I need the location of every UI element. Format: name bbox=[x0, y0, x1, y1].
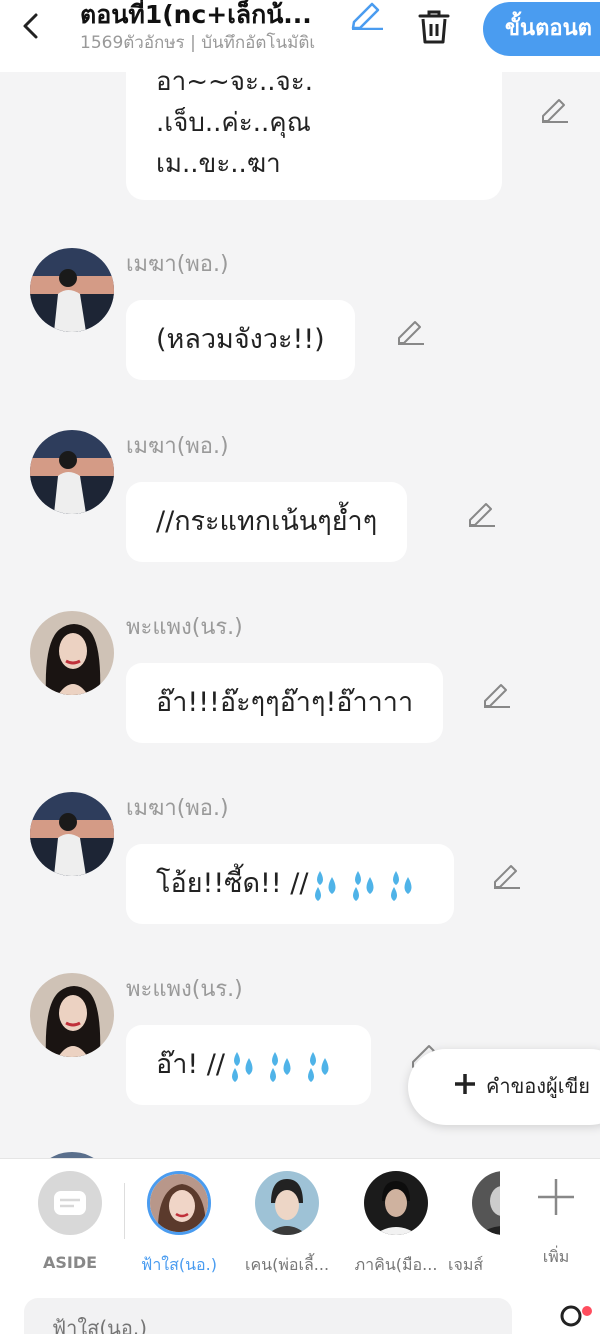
edit-message-icon[interactable] bbox=[492, 860, 522, 890]
character-name: ASIDE bbox=[42, 1253, 98, 1272]
message-text: อ๊า! // bbox=[156, 1049, 225, 1080]
character-option[interactable]: เคน(พ่อเลี้... bbox=[245, 1171, 329, 1278]
message-input[interactable] bbox=[24, 1298, 512, 1334]
character-icon[interactable] bbox=[556, 1302, 586, 1334]
edit-title-icon[interactable] bbox=[350, 0, 384, 30]
next-step-button[interactable]: ขั้นตอนต bbox=[483, 2, 600, 56]
character-name: ฟ้าใส(นอ.) bbox=[140, 1255, 217, 1274]
message-line: เม..ขะ..ฆา bbox=[156, 149, 281, 179]
edit-message-icon[interactable] bbox=[482, 679, 512, 709]
speaker-name: เมฆา(พอ.) bbox=[126, 434, 229, 459]
message-bubble[interactable]: อ๊า!!!อ๊ะๆๆอ๊าๆ!อ๊าาาา bbox=[126, 663, 444, 743]
message-bubble[interactable]: อา~~จะ..จะ. .เจ็บ..ค่ะ..คุณ เม..ขะ..ฆา bbox=[126, 72, 502, 200]
chat-area[interactable]: อา~~จะ..จะ. .เจ็บ..ค่ะ..คุณ เม..ขะ..ฆา เ… bbox=[0, 72, 600, 1158]
avatar[interactable] bbox=[30, 248, 114, 332]
divider bbox=[124, 1183, 125, 1239]
character-name: เคน(พ่อเลี้... bbox=[245, 1255, 329, 1274]
avatar[interactable] bbox=[30, 611, 114, 695]
character-selected[interactable]: ฟ้าใส(นอ.) bbox=[137, 1171, 221, 1278]
episode-title-block: ตอนที่1(nc+เล็กน้... 1569ตัวอักษร | บันท… bbox=[80, 0, 350, 56]
top-bar: ตอนที่1(nc+เล็กน้... 1569ตัวอักษร | บันท… bbox=[0, 0, 600, 72]
notification-dot bbox=[582, 1306, 592, 1316]
avatar[interactable] bbox=[30, 792, 114, 876]
plus-icon bbox=[455, 1074, 475, 1094]
chat-message: เมฆา(พอ.) (หลวมจังวะ!!) bbox=[0, 248, 600, 398]
edit-message-icon[interactable] bbox=[540, 94, 570, 124]
message-bubble[interactable]: //กระแทกเน้นๆย้ำๆ bbox=[126, 482, 408, 562]
aside-icon bbox=[38, 1171, 102, 1235]
character-selector: ASIDE ฟ้าใส(นอ.) เคน(พ่อเลี้... ภาคิน(มื… bbox=[0, 1158, 600, 1286]
character-option[interactable]: ภาคิน(มือ... bbox=[354, 1171, 438, 1278]
avatar[interactable] bbox=[30, 430, 114, 514]
add-character-button[interactable]: เพิ่ม bbox=[514, 1171, 598, 1270]
sweat-droplets-icon bbox=[231, 1051, 329, 1082]
speaker-name: เมฆา(พอ.) bbox=[126, 252, 229, 277]
message-bubble[interactable]: (หลวมจังวะ!!) bbox=[126, 300, 355, 380]
add-character-label: เพิ่ม bbox=[542, 1247, 570, 1266]
edit-message-icon[interactable] bbox=[467, 498, 497, 528]
character-avatar bbox=[472, 1171, 500, 1235]
character-avatar bbox=[147, 1171, 211, 1235]
episode-title[interactable]: ตอนที่1(nc+เล็กน้... bbox=[80, 0, 350, 30]
plus-icon bbox=[538, 1179, 574, 1215]
composer bbox=[0, 1286, 600, 1334]
add-author-note-button[interactable]: คำของผู้เขีย bbox=[408, 1049, 600, 1125]
speaker-name: พะแพง(นร.) bbox=[126, 977, 243, 1002]
back-arrow-icon[interactable] bbox=[18, 12, 46, 40]
message-bubble[interactable]: อ๊า! // bbox=[126, 1025, 371, 1105]
character-avatar bbox=[364, 1171, 428, 1235]
speaker-name: เมฆา(พอ.) bbox=[126, 796, 229, 821]
chat-message: เมฆา(พอ.) //กระแทกเน้นๆย้ำๆ bbox=[0, 430, 600, 580]
message-bubble[interactable]: โอ้ย!!ซี้ด!! // bbox=[126, 844, 455, 924]
trash-icon[interactable] bbox=[416, 8, 452, 46]
character-name: ภาคิน(มือ... bbox=[354, 1255, 438, 1274]
edit-message-icon[interactable] bbox=[396, 316, 426, 346]
speaker-name: พะแพง(นร.) bbox=[126, 615, 243, 640]
message-text: โอ้ย!!ซี้ด!! // bbox=[156, 868, 309, 899]
character-aside[interactable]: ASIDE bbox=[28, 1171, 112, 1272]
message-line: .เจ็บ..ค่ะ..คุณ bbox=[156, 108, 311, 138]
sweat-droplets-icon bbox=[315, 870, 412, 901]
avatar[interactable] bbox=[30, 973, 114, 1057]
character-avatar bbox=[255, 1171, 319, 1235]
character-option[interactable]: เจมส์ bbox=[448, 1171, 500, 1278]
character-name: เจมส์ bbox=[448, 1255, 484, 1274]
message-line: อา~~จะ..จะ. bbox=[156, 72, 313, 97]
autosave-status: 1569ตัวอักษร | บันทึกอัตโนมัติเ bbox=[80, 33, 316, 53]
author-note-label: คำของผู้เขีย bbox=[486, 1074, 591, 1098]
